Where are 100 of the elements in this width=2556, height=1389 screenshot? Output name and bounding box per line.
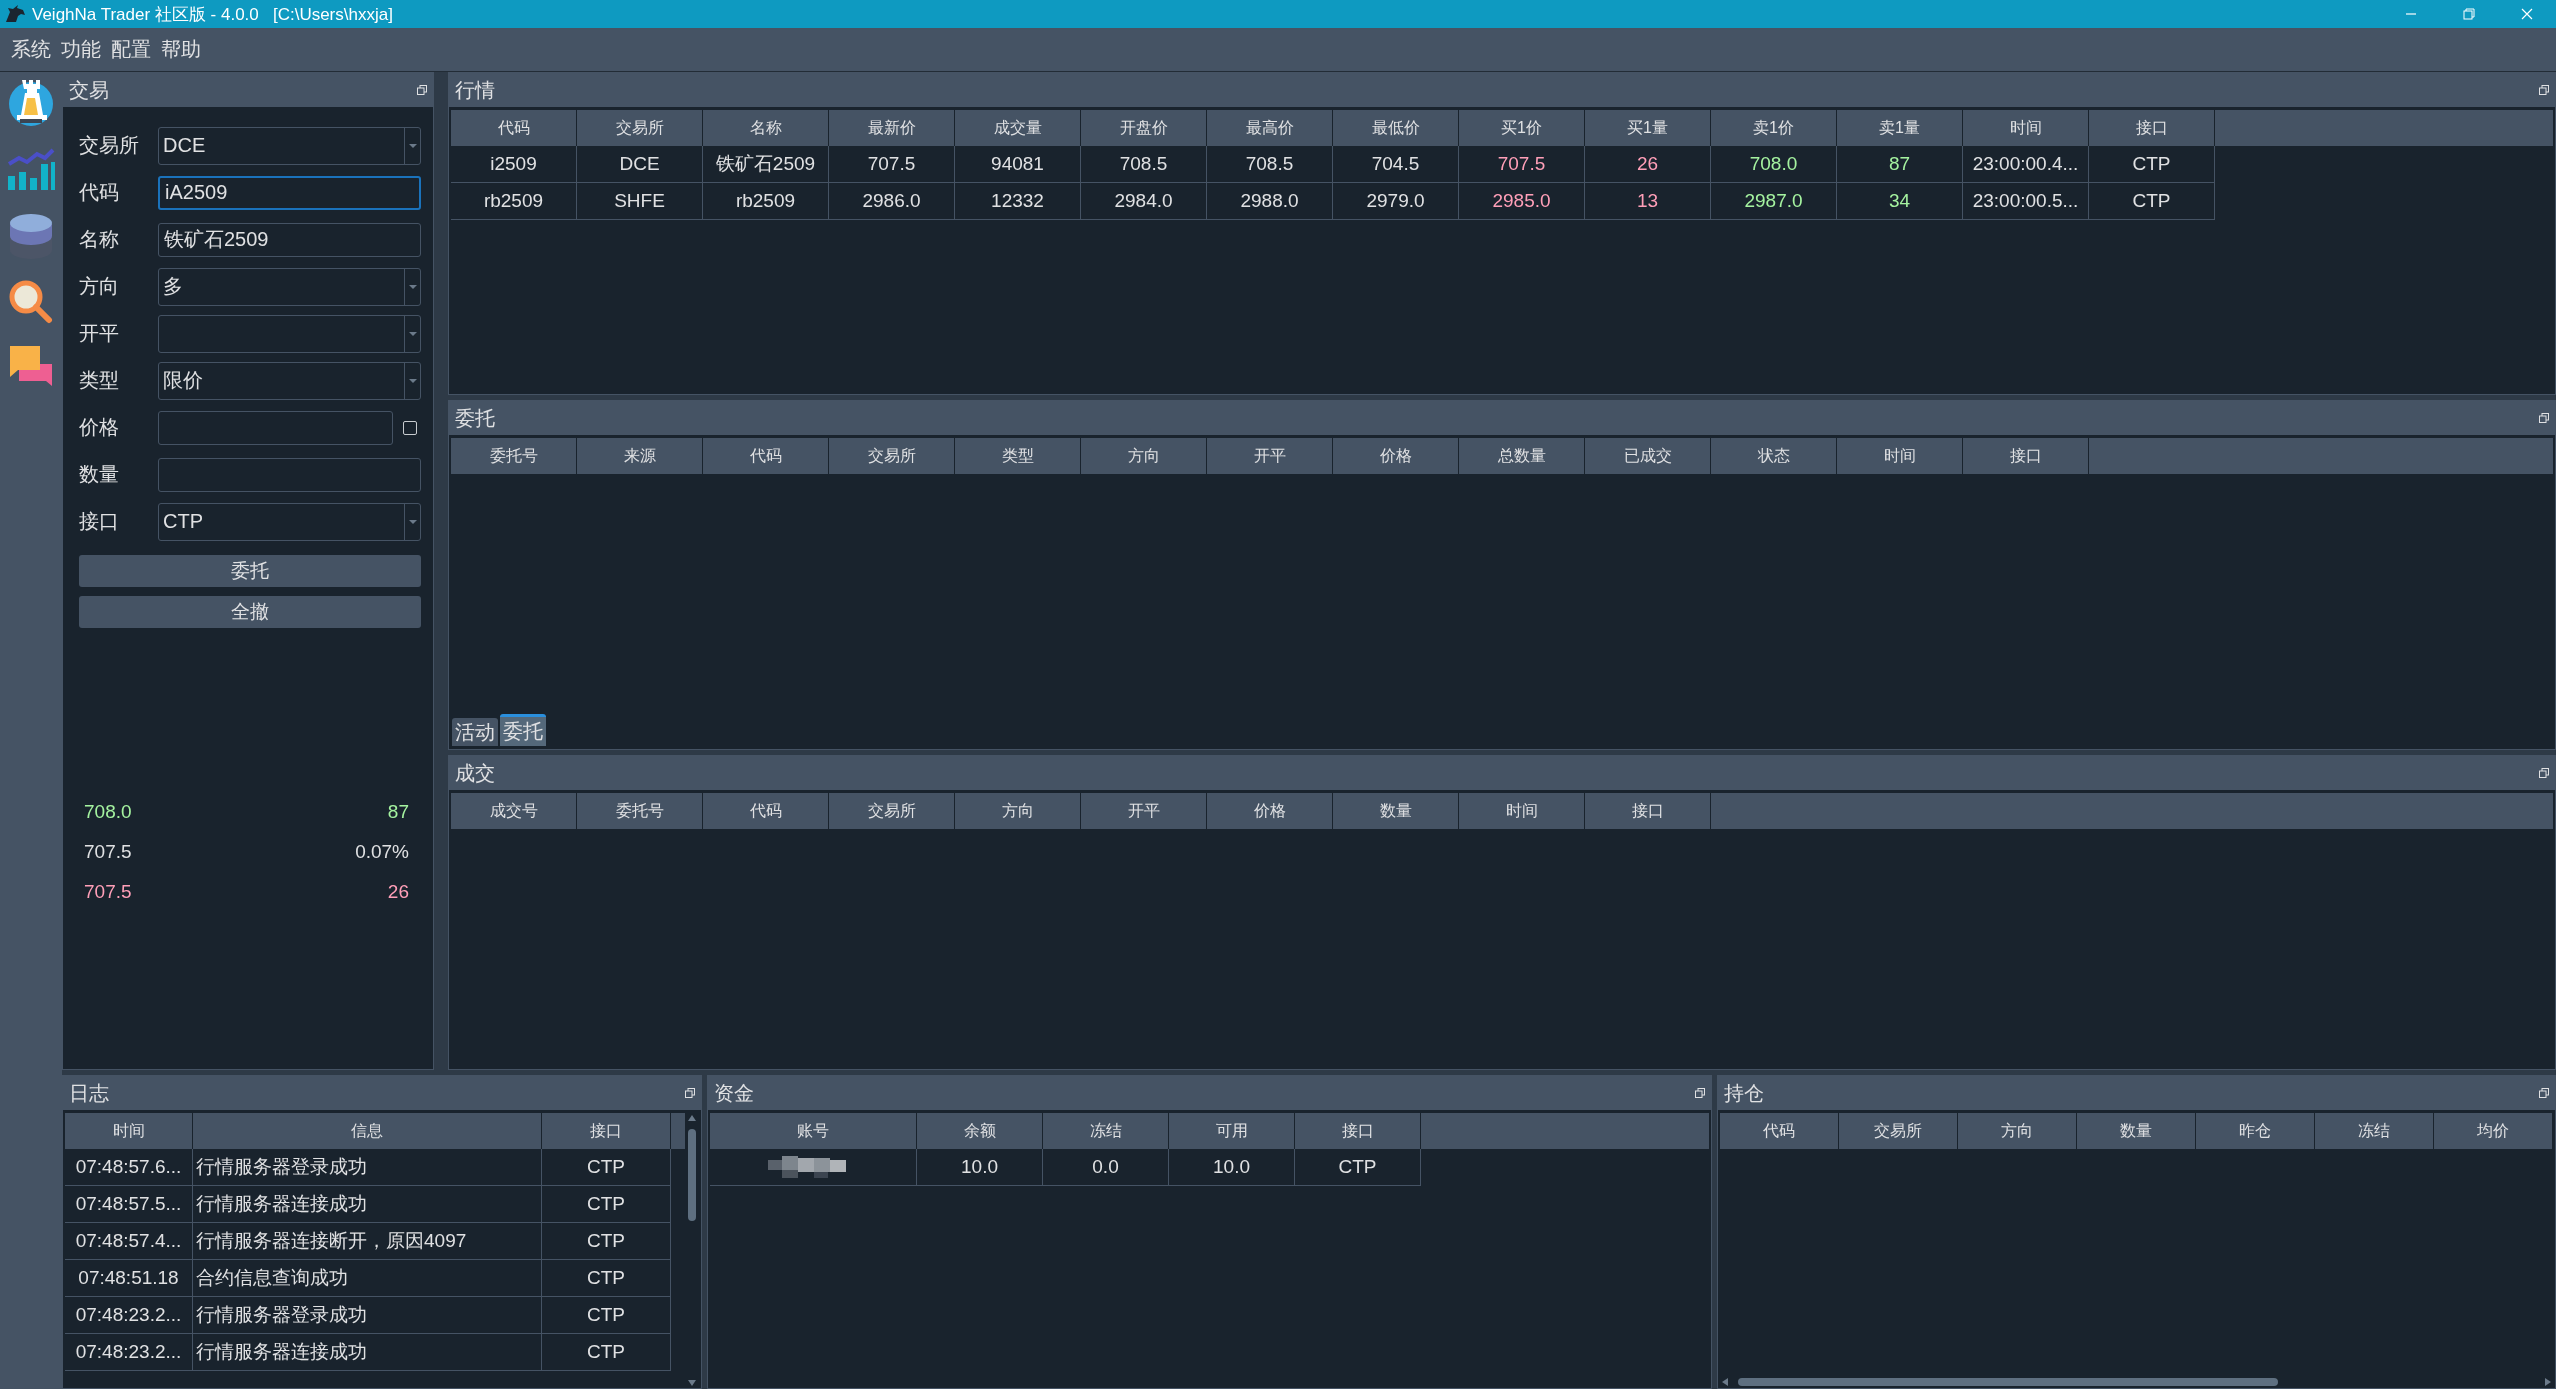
close-icon — [2521, 8, 2533, 20]
dropdown[interactable]: DCE — [158, 126, 421, 165]
menu-item[interactable]: 帮助 — [156, 36, 206, 63]
database-icon[interactable] — [9, 212, 53, 260]
table-cell: i2509 — [451, 146, 577, 183]
tab[interactable]: 委托 — [500, 714, 546, 746]
column-header: 接口 — [2089, 110, 2215, 146]
column-header: 接口 — [1585, 793, 1711, 829]
bar-chart-icon[interactable] — [7, 148, 55, 192]
column-header: 交易所 — [577, 110, 703, 146]
table-cell: 94081 — [955, 146, 1081, 183]
action-button[interactable]: 委托 — [79, 555, 421, 587]
column-header: 名称 — [703, 110, 829, 146]
field-label: 开平 — [79, 321, 120, 346]
column-header: 均价 — [2434, 1113, 2553, 1149]
table-cell: 铁矿石2509 — [703, 146, 829, 183]
menu-item[interactable]: 配置 — [106, 36, 156, 63]
column-header: 状态 — [1711, 438, 1837, 474]
column-header: 最高价 — [1207, 110, 1333, 146]
table-cell: CTP — [542, 1149, 671, 1186]
input-field[interactable] — [158, 457, 421, 492]
column-header: 代码 — [703, 438, 829, 474]
panel-title: 委托 — [455, 405, 496, 431]
panel-title: 日志 — [69, 1080, 110, 1106]
column-header: 时间 — [65, 1113, 193, 1149]
column-header: 接口 — [542, 1113, 671, 1149]
column-header: 信息 — [193, 1113, 542, 1149]
dropdown[interactable]: 多 — [158, 267, 421, 306]
price-text: 707.5 — [84, 841, 132, 863]
column-header: 代码 — [451, 110, 577, 146]
column-header: 成交号 — [451, 793, 577, 829]
table-cell: CTP — [542, 1297, 671, 1334]
table-cell: rb2509 — [451, 183, 577, 220]
table-cell: 行情服务器连接成功 — [193, 1334, 542, 1371]
input-field[interactable]: 铁矿石2509 — [158, 222, 421, 257]
panel-title: 交易 — [69, 77, 110, 103]
column-header: 方向 — [955, 793, 1081, 829]
table-cell: 13 — [1585, 183, 1711, 220]
table-cell: 2987.0 — [1711, 183, 1837, 220]
table-cell: SHFE — [577, 183, 703, 220]
tab[interactable]: 活动 — [452, 718, 498, 746]
column-header: 数量 — [2077, 1113, 2196, 1149]
search-icon[interactable] — [9, 280, 53, 324]
column-header: 代码 — [703, 793, 829, 829]
action-button[interactable]: 全撤 — [79, 596, 421, 628]
input-field[interactable]: iA2509 — [158, 175, 421, 210]
column-header: 可用 — [1169, 1113, 1295, 1149]
dropdown[interactable]: 限价 — [158, 361, 421, 400]
horse-icon — [4, 4, 26, 24]
checkbox[interactable] — [403, 420, 417, 435]
float-icon[interactable] — [2539, 768, 2549, 778]
float-icon[interactable] — [1695, 1088, 1705, 1098]
table-cell: 26 — [1585, 146, 1711, 183]
restore-icon — [2463, 8, 2475, 20]
table-cell: 707.5 — [1459, 146, 1585, 183]
float-icon[interactable] — [2539, 413, 2549, 423]
table-cell: 2986.0 — [829, 183, 955, 220]
field-label: 名称 — [79, 227, 120, 252]
column-header: 最低价 — [1333, 110, 1459, 146]
table-cell: 23:00:00.4... — [1963, 146, 2089, 183]
column-header: 方向 — [1081, 438, 1207, 474]
chat-icon[interactable] — [9, 344, 53, 388]
price-text: 708.0 — [84, 801, 132, 823]
volume-text: 0.07% — [355, 841, 409, 863]
input-field[interactable] — [158, 410, 393, 445]
table-cell: 合约信息查询成功 — [193, 1260, 542, 1297]
column-header: 委托号 — [451, 438, 577, 474]
menu-item[interactable]: 功能 — [56, 36, 106, 63]
menu-item[interactable]: 系统 — [6, 36, 56, 63]
dropdown[interactable]: CTP — [158, 502, 421, 541]
table-cell: CTP — [2089, 183, 2215, 220]
column-header: 昨仓 — [2196, 1113, 2315, 1149]
table-cell: 07:48:57.6... — [65, 1149, 193, 1186]
table-cell: 07:48:57.4... — [65, 1223, 193, 1260]
panel-title: 持仓 — [1724, 1080, 1765, 1106]
column-header: 价格 — [1207, 793, 1333, 829]
column-header: 代码 — [1720, 1113, 1839, 1149]
table-cell: 10.0 — [1169, 1149, 1295, 1186]
column-header: 数量 — [1333, 793, 1459, 829]
table-cell: 行情服务器连接成功 — [193, 1186, 542, 1223]
column-header: 接口 — [1963, 438, 2089, 474]
field-label: 代码 — [79, 180, 120, 205]
table-cell: 12332 — [955, 183, 1081, 220]
table-cell: 708.5 — [1081, 146, 1207, 183]
float-icon[interactable] — [2539, 1088, 2549, 1098]
field-label: 数量 — [79, 462, 120, 487]
column-header: 总数量 — [1459, 438, 1585, 474]
table-cell: 0.0 — [1043, 1149, 1169, 1186]
price-text: 707.5 — [84, 881, 132, 903]
table-cell: 07:48:23.2... — [65, 1334, 193, 1371]
table-cell: 07:48:23.2... — [65, 1297, 193, 1334]
panel-title: 行情 — [455, 77, 496, 103]
float-icon[interactable] — [2539, 85, 2549, 95]
column-header: 来源 — [577, 438, 703, 474]
float-icon[interactable] — [417, 85, 427, 95]
table-cell: CTP — [1295, 1149, 1421, 1186]
table-cell: rb2509 — [703, 183, 829, 220]
volume-text: 87 — [387, 801, 409, 823]
table-cell: 2988.0 — [1207, 183, 1333, 220]
float-icon[interactable] — [685, 1088, 695, 1098]
